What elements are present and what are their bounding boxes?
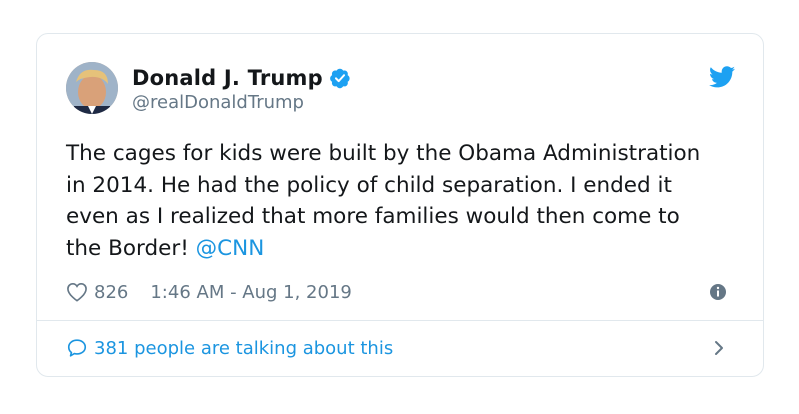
chevron-right-icon[interactable] (713, 339, 725, 357)
user-handle[interactable]: @realDonaldTrump (132, 92, 351, 113)
conversation-link[interactable]: 381 people are talking about this (66, 334, 735, 362)
tweet-text: The cages for kids were built by the Oba… (66, 138, 706, 264)
avatar[interactable] (66, 62, 118, 114)
speech-bubble-icon (66, 337, 88, 359)
display-name[interactable]: Donald J. Trump (132, 66, 323, 90)
tweet-embed-card[interactable]: Donald J. Trump @realDonaldTrump The cag… (36, 33, 764, 377)
verified-badge-icon (329, 67, 351, 89)
tweet-header: Donald J. Trump @realDonaldTrump (66, 62, 735, 118)
mention-link[interactable]: @CNN (196, 236, 265, 261)
tweet-timestamp[interactable]: 1:46 AM - Aug 1, 2019 (150, 282, 352, 303)
like-count[interactable]: 826 (94, 282, 128, 303)
heart-icon[interactable] (66, 282, 88, 302)
divider (37, 320, 763, 321)
talking-count-label[interactable]: 381 people are talking about this (94, 338, 393, 359)
tweet-body: The cages for kids were built by the Oba… (66, 141, 701, 261)
author-names: Donald J. Trump @realDonaldTrump (132, 65, 351, 113)
info-icon[interactable] (709, 283, 727, 301)
tweet-meta: 826 1:46 AM - Aug 1, 2019 (66, 280, 735, 304)
twitter-bird-icon[interactable] (709, 66, 735, 88)
